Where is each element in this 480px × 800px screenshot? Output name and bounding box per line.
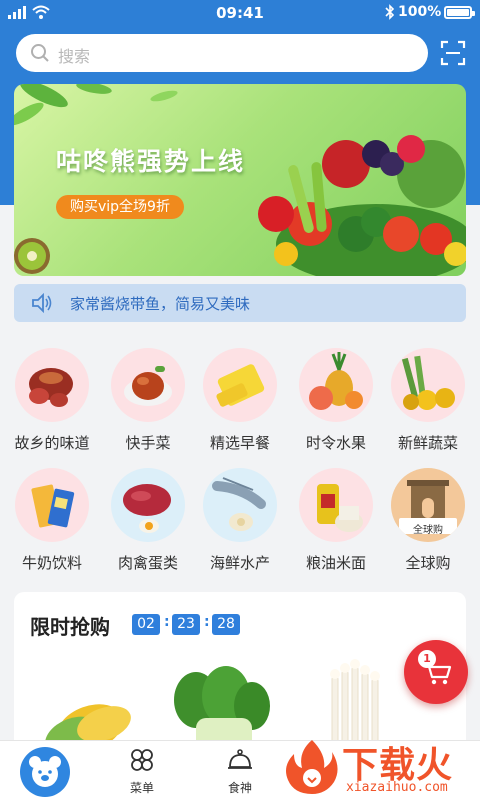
category-item[interactable]: 牛奶饮料: [4, 468, 100, 573]
category-item[interactable]: 精选早餐: [192, 348, 288, 453]
search-icon: [31, 44, 49, 62]
countdown-colon: :: [164, 614, 170, 630]
category-item[interactable]: 全球购 全球购: [380, 468, 476, 573]
milk-drink-icon: [15, 468, 89, 542]
category-label: 粮油米面: [305, 554, 366, 572]
watermark-domain: xiazaihuo.com: [346, 780, 448, 795]
category-label: 牛奶饮料: [21, 554, 82, 572]
cart-button[interactable]: 1: [404, 640, 468, 704]
tab-home[interactable]: [20, 747, 70, 797]
category-label: 精选早餐: [209, 434, 270, 452]
battery-percent: 100%: [398, 4, 442, 20]
speaker-icon: [32, 292, 52, 314]
clover-icon: [131, 749, 153, 771]
egg-roll-icon: [203, 348, 277, 422]
oil-rice-icon: [299, 468, 373, 542]
category-item[interactable]: 粮油米面: [288, 468, 384, 573]
banner-promo-pill: 购买vip全场9折: [56, 195, 184, 219]
category-label: 新鲜蔬菜: [397, 434, 458, 452]
bok-choy-product-image[interactable]: [156, 660, 276, 752]
countdown-seconds: 28: [212, 614, 240, 635]
flame-icon: [286, 740, 338, 794]
fruit-icon: [299, 348, 373, 422]
flash-sale-card: 限时抢购 02 : 23 : 28: [14, 592, 466, 752]
promo-banner[interactable]: 咕咚熊强势上线 购买vip全场9折: [14, 84, 466, 276]
bluetooth-icon: [385, 4, 395, 20]
notice-bar[interactable]: 家常酱烧带鱼，简易又美味: [14, 284, 466, 322]
battery-icon: [444, 6, 475, 19]
vegetables-illustration: [258, 135, 466, 276]
countdown-hours: 02: [132, 614, 160, 635]
category-label: 全球购: [405, 554, 451, 572]
search-input[interactable]: 搜索: [16, 34, 428, 72]
status-bar: 09:41 100%: [0, 0, 480, 26]
scan-icon[interactable]: [440, 40, 466, 66]
countdown-minutes: 23: [172, 614, 200, 635]
bear-icon: [29, 756, 61, 787]
cloche-icon: [228, 749, 252, 769]
kiwi-icon: [14, 238, 50, 274]
category-label: 快手菜: [125, 434, 171, 452]
vegetables-icon: [391, 348, 465, 422]
category-item[interactable]: 故乡的味道: [4, 348, 100, 453]
watermark-logo: 下载火 xiazaihuo.com: [282, 730, 480, 800]
category-item[interactable]: 肉禽蛋类: [100, 468, 196, 573]
tab-chef-label: 食神: [227, 781, 252, 795]
tab-menu[interactable]: 菜单: [112, 747, 172, 796]
category-label: 海鲜水产: [209, 554, 270, 572]
cart-count-badge: 1: [418, 650, 436, 668]
tab-menu-label: 菜单: [129, 781, 154, 795]
search-placeholder: 搜索: [58, 47, 91, 66]
meat-egg-icon: [111, 468, 185, 542]
tab-chef[interactable]: 食神: [210, 747, 270, 796]
shrimp-icon: [203, 468, 277, 542]
category-label: 肉禽蛋类: [117, 554, 178, 572]
category-item[interactable]: 时令水果: [288, 348, 384, 453]
ham-icon: [15, 348, 89, 422]
global-badge: 全球购: [413, 525, 443, 536]
arch-icon: 全球购: [391, 468, 465, 542]
category-item[interactable]: 快手菜: [100, 348, 196, 453]
banner-title: 咕咚熊强势上线: [56, 147, 246, 176]
category-item[interactable]: 海鲜水产: [192, 468, 288, 573]
countdown-colon: :: [204, 614, 210, 630]
flash-sale-title: 限时抢购: [30, 615, 110, 639]
notice-text: 家常酱烧带鱼，简易又美味: [70, 295, 251, 313]
braised-chicken-icon: [111, 348, 185, 422]
category-label: 时令水果: [305, 434, 366, 452]
category-item[interactable]: 新鲜蔬菜: [380, 348, 476, 453]
category-label: 故乡的味道: [14, 434, 90, 452]
